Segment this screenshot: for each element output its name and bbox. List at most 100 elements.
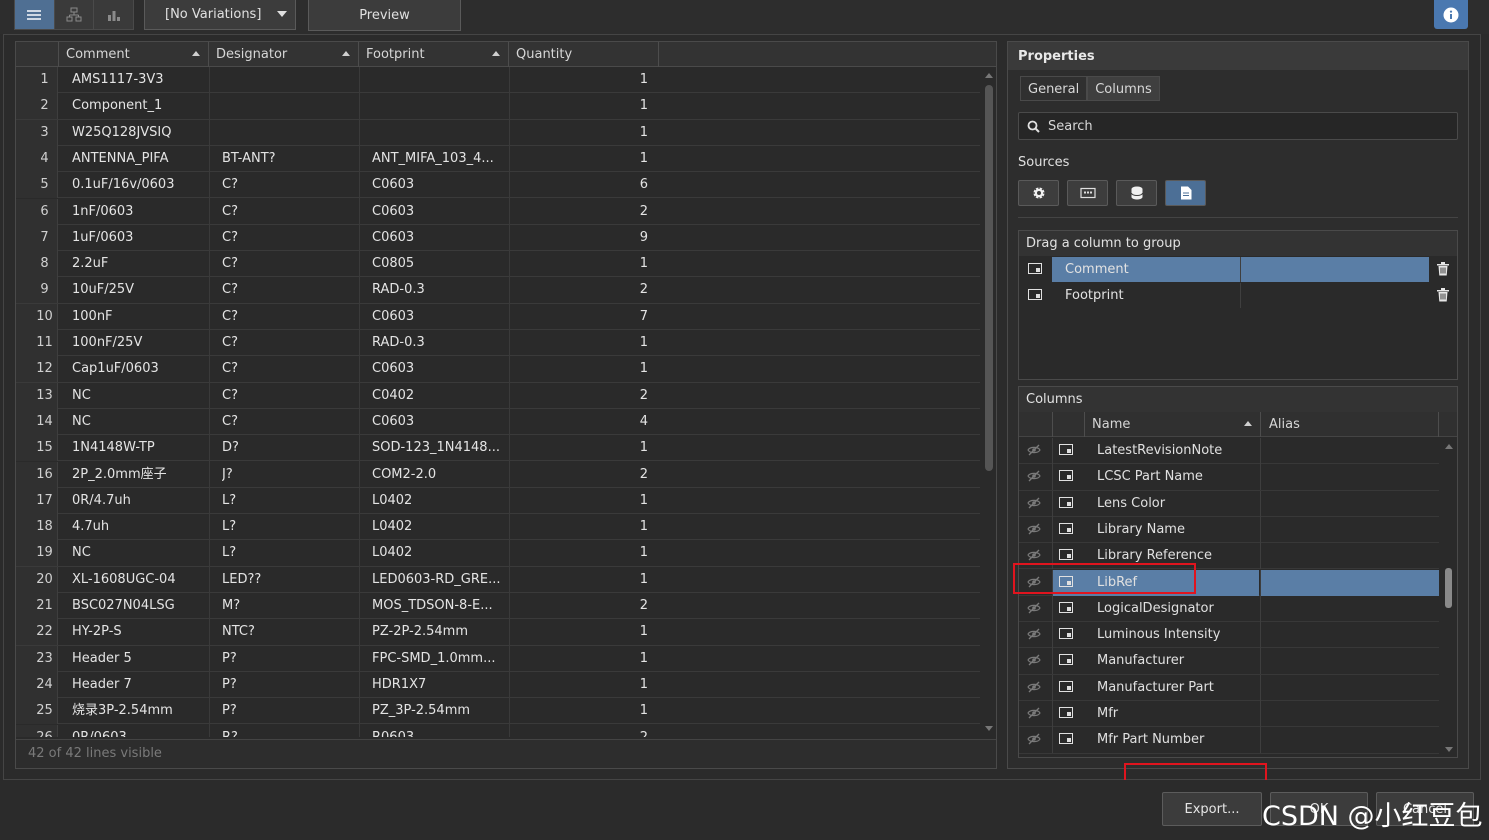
cell-footprint: HDR1X7: [372, 676, 427, 692]
column-list-item[interactable]: Manufacturer: [1019, 648, 1439, 675]
source-parameters-button[interactable]: [1067, 180, 1108, 206]
column-alias[interactable]: [1261, 543, 1439, 569]
column-list-item[interactable]: LogicalDesignator: [1019, 595, 1439, 623]
table-row[interactable]: 18 4.7uh L? L0402 1: [16, 514, 980, 541]
cell-footprint: FPC-SMD_1.0mm...: [372, 650, 496, 666]
table-row[interactable]: 20 XL-1608UGC-04 LED?? LED0603-RD_GRE... 1: [16, 566, 980, 593]
source-pcb-button[interactable]: [1018, 180, 1059, 206]
column-alias[interactable]: [1261, 727, 1439, 753]
header-quantity[interactable]: Quantity: [509, 42, 659, 67]
table-row[interactable]: 9 10uF/25V C? RAD-0.3 2: [16, 277, 980, 304]
table-row[interactable]: 21 BSC027N04LSG M? MOS_TDSON-8-E... 2: [16, 593, 980, 620]
column-alias[interactable]: [1261, 701, 1439, 727]
table-row[interactable]: 22 HY-2P-S NTC? PZ-2P-2.54mm 1: [16, 619, 980, 646]
chart-view-button[interactable]: [94, 0, 133, 29]
table-row[interactable]: 3 W25Q128JVSIQ 1: [16, 119, 980, 146]
column-list-item[interactable]: Mfr: [1019, 701, 1439, 728]
table-row[interactable]: 8 2.2uF C? C0805 1: [16, 251, 980, 278]
header-name[interactable]: Name: [1085, 412, 1261, 437]
hidden-eye-icon[interactable]: [1027, 523, 1041, 539]
header-footprint[interactable]: Footprint: [359, 42, 509, 67]
group-by-box[interactable]: Drag a column to group Comment Footprint: [1018, 230, 1458, 380]
column-list-item[interactable]: Lens Color: [1019, 490, 1439, 517]
table-row[interactable]: 14 NC C? C0603 4: [16, 408, 980, 436]
table-row[interactable]: 10 100nF C? C0603 7: [16, 303, 980, 330]
table-row[interactable]: 13 NC C? C0402 2: [16, 382, 980, 409]
group-item-footprint[interactable]: Footprint: [1019, 283, 1457, 308]
hidden-eye-icon[interactable]: [1027, 707, 1041, 723]
header-comment[interactable]: Comment: [59, 42, 209, 67]
grid-scrollbar[interactable]: [982, 67, 996, 737]
column-alias[interactable]: [1261, 648, 1439, 674]
table-row[interactable]: 2 Component_1 1: [16, 93, 980, 120]
column-list-item[interactable]: Manufacturer Part: [1019, 674, 1439, 701]
table-row[interactable]: 11 100nF/25V C? RAD-0.3 1: [16, 330, 980, 357]
table-row[interactable]: 16 2P_2.0mm座子 J? COM2-2.0 2: [16, 461, 980, 488]
header-alias[interactable]: Alias: [1261, 412, 1439, 437]
preview-button[interactable]: Preview: [308, 0, 461, 31]
table-row[interactable]: 24 Header 7 P? HDR1X7 1: [16, 671, 980, 699]
table-row[interactable]: 1 AMS1117-3V3 1: [16, 67, 980, 94]
trash-icon[interactable]: [1437, 288, 1449, 302]
trash-icon[interactable]: [1437, 262, 1449, 276]
table-row[interactable]: 15 1N4148W-TP D? SOD-123_1N4148... 1: [16, 435, 980, 462]
hidden-eye-icon[interactable]: [1027, 628, 1041, 644]
list-view-button[interactable]: [15, 0, 55, 29]
column-list-item[interactable]: Luminous Intensity: [1019, 622, 1439, 649]
search-input[interactable]: Search: [1018, 112, 1458, 140]
column-alias[interactable]: [1261, 491, 1439, 517]
hidden-eye-icon[interactable]: [1027, 681, 1041, 697]
scroll-down-icon[interactable]: [985, 726, 993, 731]
scroll-thumb[interactable]: [1445, 568, 1452, 608]
group-item-comment[interactable]: Comment: [1019, 257, 1457, 282]
variation-dropdown[interactable]: [No Variations]: [144, 0, 296, 30]
columns-scrollbar[interactable]: [1441, 438, 1457, 757]
table-row[interactable]: 4 ANTENNA_PIFA BT-ANT? ANT_MIFA_103_4... 1: [16, 145, 980, 173]
source-database-button[interactable]: [1116, 180, 1157, 206]
column-list-item[interactable]: LCSC Part Name: [1019, 464, 1439, 491]
table-row[interactable]: 25 烧录3P-2.54mm P? PZ_3P-2.54mm 1: [16, 698, 980, 725]
column-list-item[interactable]: LatestRevisionNote: [1019, 438, 1439, 465]
column-list-item[interactable]: Library Name: [1019, 516, 1439, 544]
cell-quantity: 2: [639, 729, 648, 738]
hidden-eye-icon[interactable]: [1027, 497, 1041, 513]
column-alias[interactable]: [1261, 569, 1439, 596]
column-alias[interactable]: [1261, 622, 1439, 648]
table-row[interactable]: 12 Cap1uF/0603 C? C0603 1: [16, 356, 980, 383]
group-view-button[interactable]: [55, 0, 95, 29]
info-button[interactable]: [1434, 0, 1468, 29]
scroll-up-icon[interactable]: [985, 73, 993, 78]
table-row[interactable]: 5 0.1uF/16v/0603 C? C0603 6: [16, 172, 980, 199]
cell-designator: NTC?: [222, 624, 255, 640]
tab-columns[interactable]: Columns: [1087, 76, 1160, 101]
column-alias[interactable]: [1261, 464, 1439, 490]
column-alias[interactable]: [1261, 517, 1439, 543]
scroll-down-icon[interactable]: [1445, 747, 1453, 752]
sort-up-icon: [192, 51, 200, 56]
table-row[interactable]: 17 0R/4.7uh L? L0402 1: [16, 487, 980, 515]
type-header: [1053, 412, 1085, 437]
table-row[interactable]: 26 0R/0603 R? R0603 2: [16, 724, 980, 738]
column-icon: [1059, 733, 1073, 748]
cell-footprint: [372, 93, 508, 119]
cell-designator: C?: [222, 177, 238, 193]
export-button[interactable]: Export...: [1162, 792, 1262, 826]
scroll-up-icon[interactable]: [1445, 444, 1453, 449]
column-alias[interactable]: [1261, 675, 1439, 701]
hidden-eye-icon[interactable]: [1027, 444, 1041, 460]
column-alias[interactable]: [1261, 438, 1439, 464]
tab-general[interactable]: General: [1020, 76, 1088, 101]
source-document-button[interactable]: [1165, 180, 1206, 206]
scroll-thumb[interactable]: [985, 85, 993, 471]
hidden-eye-icon[interactable]: [1027, 470, 1041, 486]
table-row[interactable]: 7 1uF/0603 C? C0603 9: [16, 224, 980, 252]
hidden-eye-icon[interactable]: [1027, 733, 1041, 749]
table-row[interactable]: 6 1nF/0603 C? C0603 2: [16, 198, 980, 225]
column-alias[interactable]: [1261, 596, 1439, 622]
hidden-eye-icon[interactable]: [1027, 654, 1041, 670]
table-row[interactable]: 19 NC L? L0402 1: [16, 540, 980, 567]
header-designator[interactable]: Designator: [209, 42, 359, 67]
hidden-eye-icon[interactable]: [1027, 602, 1041, 618]
column-list-item[interactable]: Mfr Part Number: [1019, 727, 1439, 754]
table-row[interactable]: 23 Header 5 P? FPC-SMD_1.0mm... 1: [16, 645, 980, 672]
